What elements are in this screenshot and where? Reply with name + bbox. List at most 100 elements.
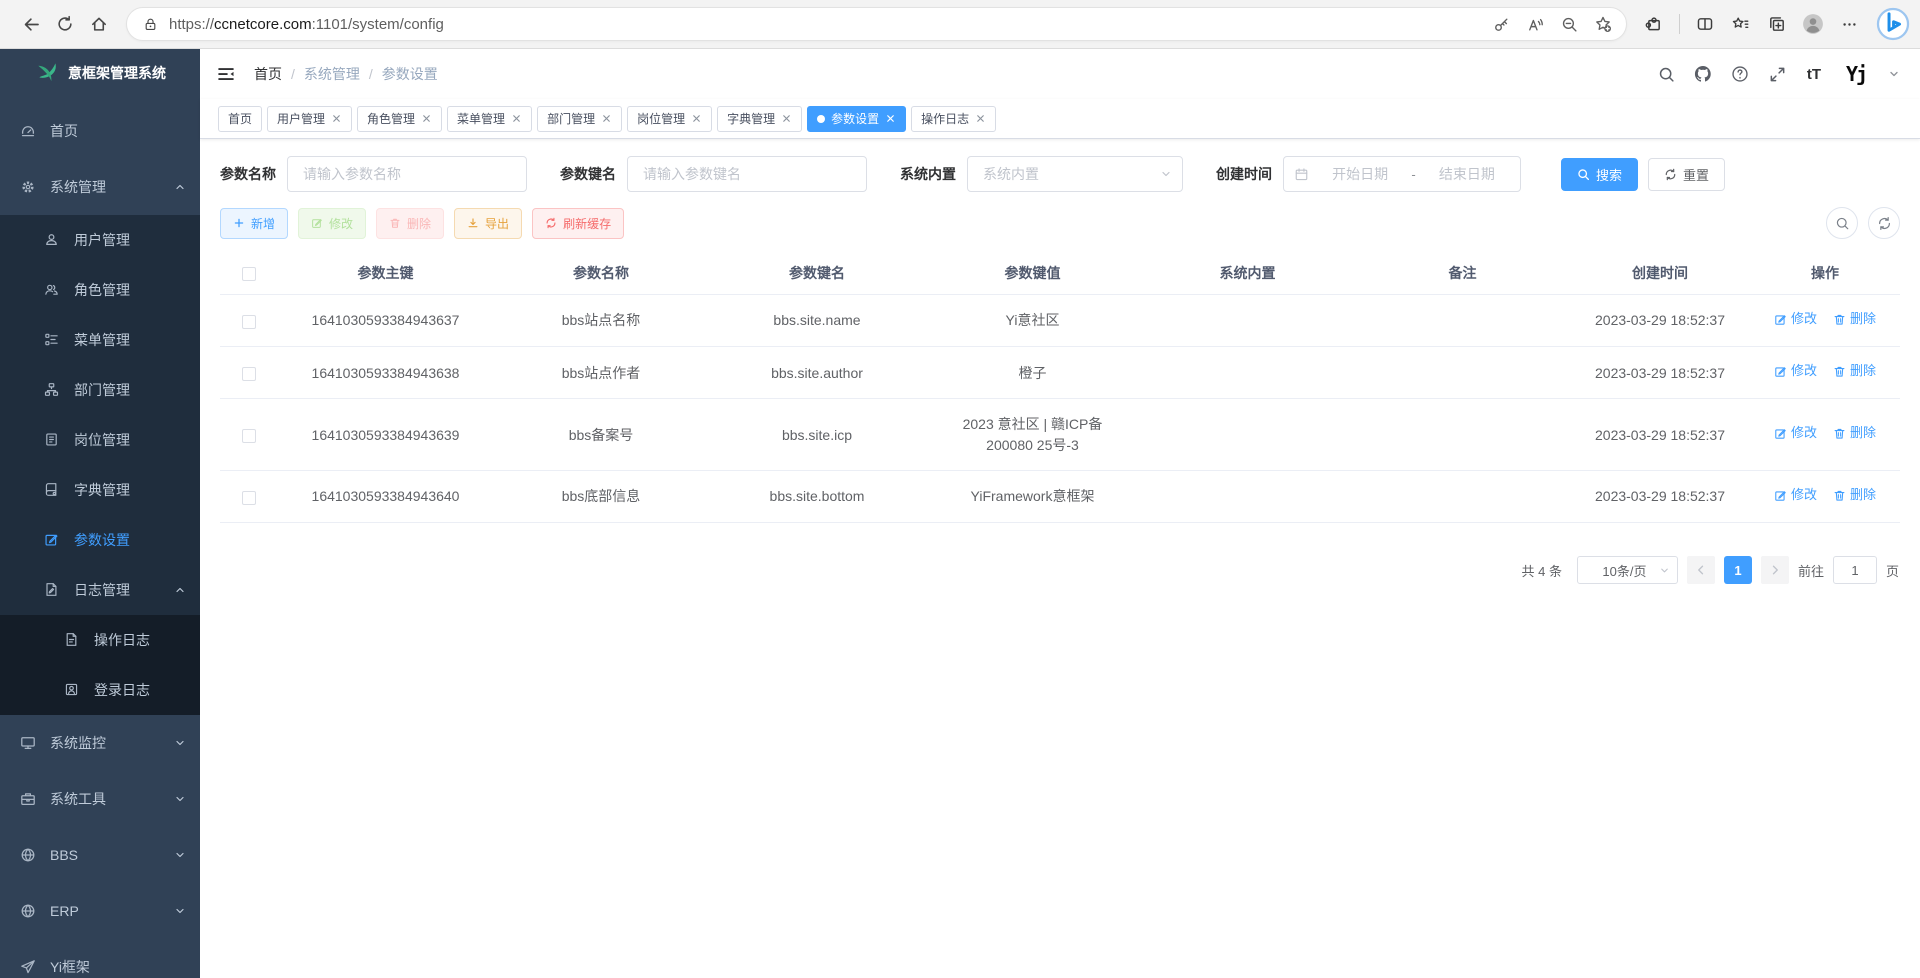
sidebar-item-users[interactable]: 用户管理	[0, 215, 200, 265]
sidebar-item-login-log[interactable]: 登录日志	[0, 665, 200, 715]
sidebar-item-posts[interactable]: 岗位管理	[0, 415, 200, 465]
favorites-bar-icon[interactable]	[1724, 7, 1758, 41]
sidebar-item-logs[interactable]: 日志管理	[0, 565, 200, 615]
row-edit-link[interactable]: 修改	[1774, 486, 1817, 505]
extensions-icon[interactable]	[1637, 7, 1671, 41]
row-edit-link[interactable]: 修改	[1774, 310, 1817, 329]
tab-dictionary[interactable]: 字典管理	[717, 106, 802, 132]
sidebar-item-roles[interactable]: 角色管理	[0, 265, 200, 315]
address-bar[interactable]: https://ccnetcore.com:1101/system/config	[126, 7, 1627, 41]
sidebar-item-erp[interactable]: ERP	[0, 883, 200, 939]
export-button[interactable]: 导出	[454, 208, 522, 239]
table-row[interactable]: 1641030593384943640 bbs底部信息 bbs.site.bot…	[220, 471, 1900, 523]
close-icon[interactable]	[691, 113, 702, 124]
close-icon[interactable]	[975, 113, 986, 124]
show-search-toggle-button[interactable]	[1826, 207, 1858, 239]
param-name-input[interactable]	[287, 156, 527, 192]
row-delete-link[interactable]: 删除	[1833, 362, 1876, 381]
tab-operation-log[interactable]: 操作日志	[911, 106, 996, 132]
sidebar-item-bbs[interactable]: BBS	[0, 827, 200, 883]
cell-builtin	[1140, 399, 1355, 471]
url-text[interactable]: https://ccnetcore.com:1101/system/config	[169, 16, 1486, 33]
builtin-select[interactable]: 系统内置	[967, 156, 1183, 192]
user-logo[interactable]: Yj	[1841, 59, 1871, 89]
github-icon[interactable]	[1693, 64, 1713, 84]
next-page-button[interactable]	[1761, 556, 1789, 584]
close-icon[interactable]	[885, 113, 896, 124]
row-checkbox[interactable]	[242, 429, 256, 443]
sidebar-item-dictionary[interactable]: 字典管理	[0, 465, 200, 515]
sidebar-item-departments[interactable]: 部门管理	[0, 365, 200, 415]
breadcrumb-home[interactable]: 首页	[254, 64, 282, 84]
tab-roles[interactable]: 角色管理	[357, 106, 442, 132]
sidebar-item-monitor[interactable]: 系统监控	[0, 715, 200, 771]
sidebar-item-label: BBS	[50, 847, 174, 863]
page-number-current[interactable]: 1	[1724, 556, 1752, 584]
read-aloud-icon[interactable]	[1520, 9, 1550, 39]
profile-avatar-icon[interactable]	[1796, 7, 1830, 41]
prev-page-button[interactable]	[1687, 556, 1715, 584]
close-icon[interactable]	[511, 113, 522, 124]
sidebar-item-yi-framework[interactable]: Yi框架	[0, 939, 200, 978]
row-checkbox[interactable]	[242, 315, 256, 329]
row-checkbox[interactable]	[242, 367, 256, 381]
sidebar-item-config[interactable]: 参数设置	[0, 515, 200, 565]
home-icon[interactable]	[82, 7, 116, 41]
table-row[interactable]: 1641030593384943639 bbs备案号 bbs.site.icp …	[220, 399, 1900, 471]
more-icon[interactable]	[1832, 7, 1866, 41]
help-icon[interactable]	[1730, 64, 1750, 84]
close-icon[interactable]	[781, 113, 792, 124]
reset-button[interactable]: 重置	[1648, 158, 1725, 191]
search-icon[interactable]	[1656, 64, 1676, 84]
key-icon[interactable]	[1486, 9, 1516, 39]
tab-posts[interactable]: 岗位管理	[627, 106, 712, 132]
zoom-out-icon[interactable]	[1554, 9, 1584, 39]
tab-menus[interactable]: 菜单管理	[447, 106, 532, 132]
sidebar-item-home[interactable]: 首页	[0, 103, 200, 159]
sidebar-item-system[interactable]: 系统管理	[0, 159, 200, 215]
sidebar-collapse-icon[interactable]	[216, 63, 238, 85]
split-screen-icon[interactable]	[1688, 7, 1722, 41]
breadcrumb-system[interactable]: 系统管理	[304, 64, 360, 84]
table-row[interactable]: 1641030593384943637 bbs站点名称 bbs.site.nam…	[220, 295, 1900, 347]
col-builtin: 系统内置	[1140, 252, 1355, 295]
refresh-cache-button[interactable]: 刷新缓存	[532, 208, 624, 239]
close-icon[interactable]	[601, 113, 612, 124]
delete-button[interactable]: 删除	[376, 208, 444, 239]
favorite-add-icon[interactable]	[1588, 9, 1618, 39]
search-button[interactable]: 搜索	[1561, 158, 1638, 191]
row-delete-link[interactable]: 删除	[1833, 486, 1876, 505]
tab-home[interactable]: 首页	[218, 106, 262, 132]
close-icon[interactable]	[331, 113, 342, 124]
refresh-table-button[interactable]	[1868, 207, 1900, 239]
select-all-checkbox[interactable]	[242, 267, 256, 281]
close-icon[interactable]	[421, 113, 432, 124]
fullscreen-icon[interactable]	[1767, 64, 1787, 84]
row-edit-link[interactable]: 修改	[1774, 362, 1817, 381]
row-delete-link[interactable]: 删除	[1833, 424, 1876, 443]
back-icon[interactable]	[14, 7, 48, 41]
tab-users[interactable]: 用户管理	[267, 106, 352, 132]
sidebar-item-tools[interactable]: 系统工具	[0, 771, 200, 827]
row-edit-link[interactable]: 修改	[1774, 424, 1817, 443]
row-delete-link[interactable]: 删除	[1833, 310, 1876, 329]
chevron-down-icon[interactable]	[1888, 68, 1900, 80]
bing-chat-icon[interactable]	[1876, 7, 1910, 41]
menu-tree-icon	[44, 332, 60, 348]
lock-icon[interactable]	[141, 15, 159, 33]
goto-page-input[interactable]	[1833, 556, 1877, 584]
sidebar-item-menus[interactable]: 菜单管理	[0, 315, 200, 365]
tab-config[interactable]: 参数设置	[807, 106, 906, 132]
add-button[interactable]: 新增	[220, 208, 288, 239]
page-size-select[interactable]: 10条/页	[1577, 556, 1678, 584]
param-key-input[interactable]	[627, 156, 867, 192]
table-row[interactable]: 1641030593384943638 bbs站点作者 bbs.site.aut…	[220, 347, 1900, 399]
tab-departments[interactable]: 部门管理	[537, 106, 622, 132]
edit-button[interactable]: 修改	[298, 208, 366, 239]
date-range-picker[interactable]: 开始日期 - 结束日期	[1283, 156, 1521, 192]
collections-icon[interactable]	[1760, 7, 1794, 41]
font-size-icon[interactable]: tT	[1804, 64, 1824, 84]
row-checkbox[interactable]	[242, 491, 256, 505]
sidebar-item-operation-log[interactable]: 操作日志	[0, 615, 200, 665]
refresh-icon[interactable]	[48, 7, 82, 41]
